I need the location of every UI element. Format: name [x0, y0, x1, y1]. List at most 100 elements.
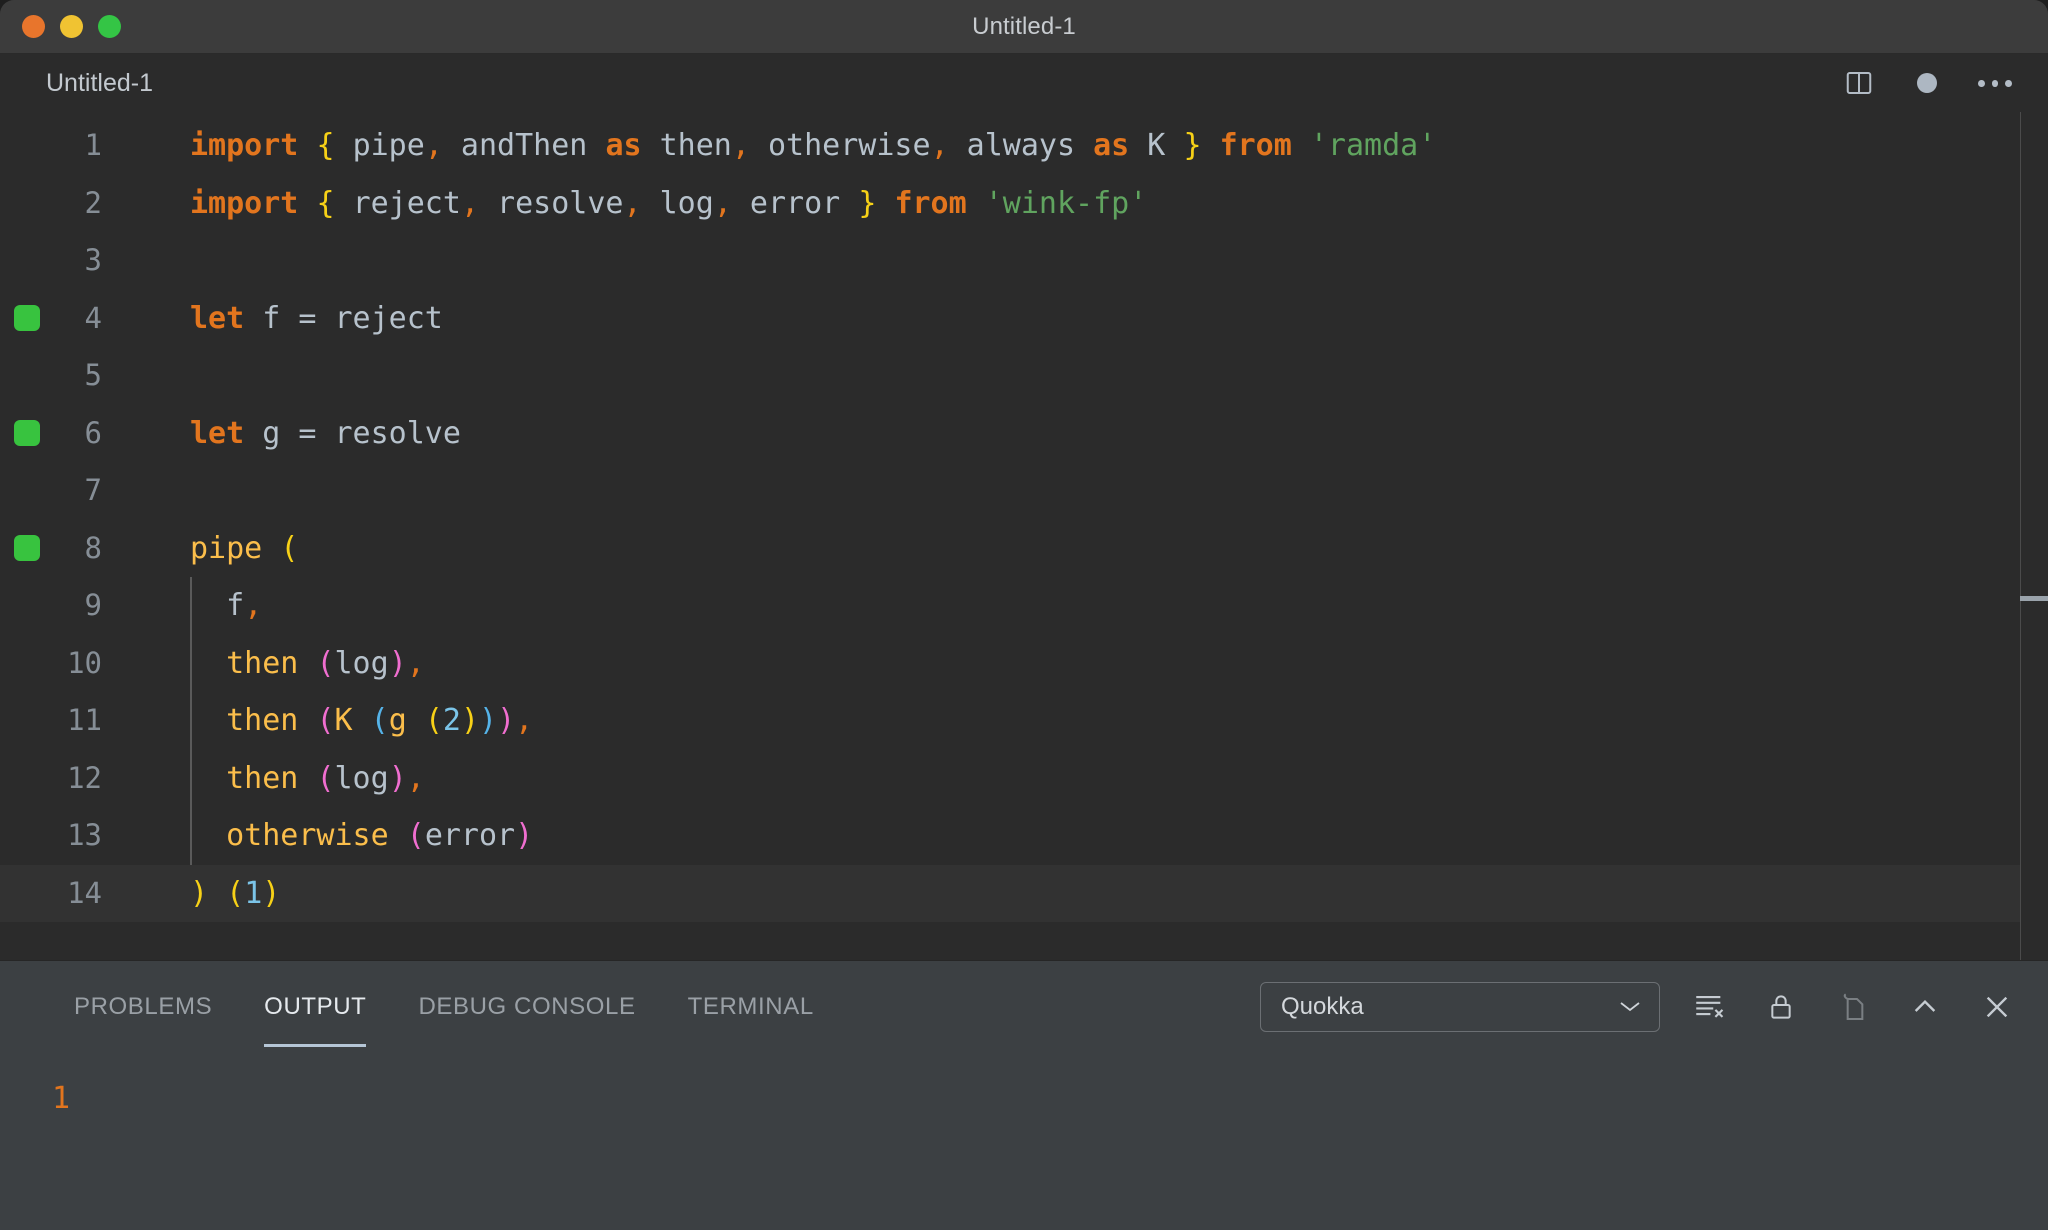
- window-title: Untitled-1: [972, 12, 1076, 40]
- line-number: 14: [67, 875, 102, 910]
- code-token: 1: [244, 875, 263, 911]
- code-line-text: then (log),: [130, 635, 425, 693]
- indent-guide: [190, 577, 192, 635]
- close-panel-icon[interactable]: [1974, 984, 2020, 1030]
- line-number: 7: [84, 473, 102, 507]
- more-actions-icon[interactable]: [1978, 66, 2013, 100]
- panel-header: PROBLEMS OUTPUT DEBUG CONSOLE TERMINAL Quok…: [0, 961, 2048, 1053]
- code-token: K: [1129, 128, 1184, 163]
- editor-tab-untitled-1[interactable]: Untitled-1: [0, 54, 179, 112]
- code-token: {: [316, 185, 335, 221]
- code-token: {: [316, 128, 335, 163]
- code-token: =: [298, 415, 317, 451]
- code-line[interactable]: 10 then (log),: [0, 634, 2048, 693]
- code-token: (: [280, 530, 299, 566]
- code-token: ,: [406, 760, 425, 796]
- line-number: 9: [84, 588, 102, 622]
- close-window-button[interactable]: [22, 15, 45, 38]
- code-token: ): [262, 875, 281, 911]
- code-token: from: [1219, 128, 1292, 163]
- panel-tab-debug-console[interactable]: DEBUG CONSOLE: [392, 961, 661, 1053]
- code-token: error: [424, 818, 516, 853]
- code-token: then: [190, 760, 317, 796]
- code-line[interactable]: 6 let g = resolve: [0, 405, 2048, 463]
- code-token: from: [894, 185, 967, 221]
- code-token: (: [370, 703, 389, 738]
- minimize-window-button[interactable]: [60, 15, 83, 38]
- code-token: log: [334, 645, 389, 681]
- editor-tab-actions: [1842, 66, 2020, 100]
- code-token: 'ramda': [1309, 128, 1437, 163]
- editor-tab-bar: Untitled-1: [0, 54, 2048, 112]
- code-line[interactable]: 7: [0, 462, 2048, 520]
- code-line-text: ) (1): [130, 865, 280, 923]
- code-line[interactable]: 2 import { reject, resolve, log, error } …: [0, 175, 2048, 233]
- code-line[interactable]: 9 f,: [0, 577, 2048, 635]
- bottom-panel: PROBLEMS OUTPUT DEBUG CONSOLE TERMINAL Quok…: [0, 960, 2048, 1230]
- code-token: andThen: [442, 128, 606, 163]
- indent-guide: [190, 634, 192, 692]
- line-number: 13: [67, 818, 102, 852]
- line-number: 3: [84, 243, 102, 277]
- code-token: ,: [406, 645, 425, 681]
- lock-scroll-icon[interactable]: [1758, 984, 1804, 1030]
- panel-tab-terminal[interactable]: TERMINAL: [662, 961, 840, 1053]
- code-token: ,: [731, 128, 750, 163]
- code-token: let: [190, 415, 245, 451]
- code-line-text: import { reject, resolve, log, error } f…: [130, 175, 1147, 233]
- code-token: reject: [316, 300, 443, 336]
- maximize-window-button[interactable]: [98, 15, 121, 38]
- panel-tab-problems[interactable]: PROBLEMS: [48, 961, 238, 1053]
- vscode-window: Untitled-1 Untitled-1 1 import { pipe, an…: [0, 0, 2048, 1230]
- code-token: =: [298, 300, 317, 336]
- code-line[interactable]: 5: [0, 347, 2048, 405]
- code-lines: 1 import { pipe, andThen as then, otherwi…: [0, 112, 2048, 922]
- code-token: let: [190, 300, 245, 336]
- code-token: (: [424, 703, 443, 738]
- code-token: 2: [442, 703, 461, 738]
- unsaved-dot-icon[interactable]: [1910, 66, 1944, 100]
- code-token: log: [334, 760, 389, 796]
- quokka-live-marker-icon: [14, 535, 40, 562]
- code-token: (: [316, 703, 335, 738]
- output-channel-select[interactable]: Quokka: [1260, 982, 1660, 1032]
- code-line-text: let g = resolve: [130, 405, 461, 463]
- panel-tab-output[interactable]: OUTPUT: [238, 961, 392, 1053]
- indent-guide: [190, 807, 192, 865]
- code-line[interactable]: 8 pipe (: [0, 520, 2048, 578]
- chevron-down-icon: [1617, 993, 1643, 1021]
- clear-output-icon[interactable]: [1686, 984, 1732, 1030]
- code-line[interactable]: 1 import { pipe, andThen as then, otherwi…: [0, 117, 2048, 175]
- quokka-live-marker-icon: [14, 420, 40, 447]
- split-editor-icon[interactable]: [1842, 66, 1876, 100]
- code-token: resolve: [479, 185, 624, 221]
- code-token: ,: [424, 128, 443, 163]
- code-line[interactable]: 3: [0, 232, 2048, 290]
- code-token: (: [226, 875, 245, 911]
- overview-ruler[interactable]: [2020, 112, 2048, 960]
- code-token: ,: [244, 588, 263, 623]
- code-token: reject: [352, 185, 461, 221]
- output-channel-value: Quokka: [1281, 993, 1364, 1020]
- code-line[interactable]: 13 otherwise (error): [0, 807, 2048, 865]
- code-line[interactable]: 14 ) (1): [0, 864, 2048, 923]
- maximize-panel-icon[interactable]: [1902, 984, 1948, 1030]
- code-editor[interactable]: 1 import { pipe, andThen as then, otherwi…: [0, 112, 2048, 960]
- code-token: ): [388, 645, 407, 681]
- output-content[interactable]: 1: [0, 1053, 2048, 1230]
- code-token: error: [731, 185, 859, 221]
- open-in-editor-icon[interactable]: [1830, 984, 1876, 1030]
- code-line[interactable]: 12 then (log),: [0, 749, 2048, 807]
- title-bar: Untitled-1: [0, 0, 2048, 54]
- code-line[interactable]: 4 let f = reject: [0, 290, 2048, 348]
- code-line[interactable]: 11 then (K (g (2))),: [0, 692, 2048, 750]
- code-token: always: [948, 128, 1094, 163]
- code-token: log: [641, 185, 714, 221]
- code-token: ,: [930, 128, 949, 163]
- overview-ruler-mark: [2020, 596, 2048, 601]
- code-line-text: f,: [130, 577, 262, 635]
